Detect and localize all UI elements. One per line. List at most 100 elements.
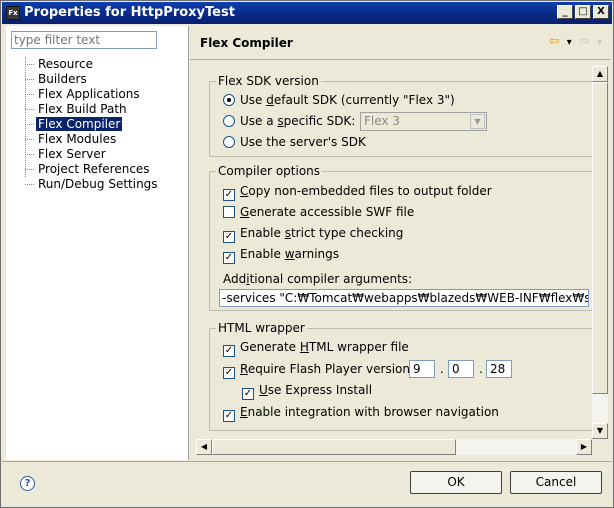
strict-type-checkbox[interactable]: ✓ (223, 231, 235, 243)
sidebar-item-flex-applications[interactable]: Flex Applications (20, 87, 160, 102)
browser-navigation-option[interactable]: ✓ Enable integration with browser navigat… (223, 404, 499, 422)
sidebar-item-project-references[interactable]: Project References (20, 162, 160, 177)
accessible-swf-option[interactable]: Generate accessible SWF file (223, 204, 414, 220)
version-separator: . (479, 362, 483, 376)
sdk-select[interactable]: Flex 3 ▼ (360, 112, 487, 131)
strict-type-option[interactable]: ✓ Enable strict type checking (223, 225, 404, 243)
wrapper-group-title: HTML wrapper (216, 321, 307, 335)
sidebar-item-run-debug-settings[interactable]: Run/Debug Settings (20, 177, 160, 192)
sidebar-item-label: Project References (38, 162, 150, 176)
flex-app-icon: Fx (6, 6, 20, 20)
help-icon[interactable]: ? (20, 476, 35, 491)
default-sdk-radio[interactable] (223, 94, 235, 106)
flash-version-major-input[interactable]: 9 (409, 360, 435, 378)
require-flash-option[interactable]: ✓ Require Flash Player version: (223, 361, 414, 379)
sidebar-item-label: Flex Modules (38, 132, 117, 146)
browser-navigation-checkbox[interactable]: ✓ (223, 410, 235, 422)
cancel-button[interactable]: Cancel (510, 471, 602, 494)
vertical-scroll-thumb[interactable] (592, 82, 608, 394)
sidebar-item-label: Flex Applications (38, 87, 140, 101)
window-title: Properties for HttpProxyTest (24, 5, 235, 20)
filter-input[interactable] (11, 31, 157, 49)
sdk-group-title: Flex SDK version (216, 74, 321, 88)
sidebar-item-builders[interactable]: Builders (20, 72, 160, 87)
option-label: opy non-embedded files to output folder (248, 184, 492, 198)
close-button[interactable]: X (593, 5, 609, 19)
sidebar-item-resource[interactable]: Resource (20, 57, 160, 72)
accessible-swf-checkbox[interactable] (223, 206, 235, 218)
compiler-group-title: Compiler options (216, 164, 323, 178)
history-nav: ⇦ ▾ ⇨ ▾ (546, 34, 602, 49)
scroll-right-icon[interactable]: ▶ (576, 439, 592, 455)
sidebar-item-flex-build-path[interactable]: Flex Build Path (20, 102, 160, 117)
mnemonic: H (299, 340, 309, 354)
sidebar: Resource Builders Flex Applications Flex… (6, 26, 189, 460)
sidebar-item-label: Run/Debug Settings (38, 177, 158, 191)
generate-wrapper-checkbox[interactable]: ✓ (223, 345, 235, 357)
scroll-down-icon[interactable]: ▼ (592, 423, 608, 439)
field-label: tional compiler arguments: (249, 272, 413, 286)
copy-files-checkbox[interactable]: ✓ (223, 189, 235, 201)
scroll-left-icon[interactable]: ◀ (196, 439, 212, 455)
mnemonic: E (240, 405, 248, 419)
sdk-version-group: Flex SDK version Use default SDK (curren… (209, 74, 594, 157)
sidebar-item-flex-compiler[interactable]: Flex Compiler (20, 117, 160, 132)
option-label: enerate accessible SWF file (249, 205, 415, 219)
sdk-select-value: Flex 3 (364, 114, 400, 128)
chevron-down-icon[interactable]: ▼ (470, 114, 485, 129)
page-header: Flex Compiler ⇦ ▾ ⇨ ▾ (190, 26, 610, 60)
option-label: Enable (240, 247, 285, 261)
args-label: Additional compiler arguments: (223, 271, 412, 287)
forward-menu-chevron-icon[interactable]: ▾ (597, 37, 602, 48)
express-install-option[interactable]: ✓ Use Express Install (242, 382, 373, 400)
settings-scroll-area[interactable]: Flex SDK version Use default SDK (curren… (196, 66, 608, 455)
specific-sdk-radio[interactable] (223, 115, 235, 127)
vertical-scrollbar[interactable]: ▲ ▼ (592, 66, 608, 439)
flash-version-minor-input[interactable]: 0 (448, 360, 474, 378)
generate-wrapper-option[interactable]: ✓ Generate HTML wrapper file (223, 339, 409, 357)
title-bar[interactable]: Fx Properties for HttpProxyTest _ □ X (2, 2, 612, 24)
sidebar-item-label: Flex Server (38, 147, 106, 161)
ok-button[interactable]: OK (410, 471, 502, 494)
scroll-up-icon[interactable]: ▲ (592, 66, 608, 82)
maximize-button[interactable]: □ (575, 5, 591, 19)
option-label: Enable (240, 226, 285, 240)
option-label: Use a (240, 114, 278, 128)
horizontal-scrollbar[interactable]: ◀ ▶ (196, 439, 592, 455)
minimize-button[interactable]: _ (557, 5, 573, 19)
back-arrow-icon[interactable]: ⇦ (549, 34, 560, 49)
option-label: se Express Install (267, 383, 373, 397)
option-label: Use the server's SDK (240, 135, 366, 149)
back-menu-chevron-icon[interactable]: ▾ (567, 37, 572, 48)
server-sdk-radio[interactable] (223, 136, 235, 148)
compiler-args-input[interactable]: -services "C:₩Tomcat₩webapps₩blazeds₩WEB… (219, 289, 589, 307)
horizontal-scroll-thumb[interactable] (212, 439, 456, 455)
sdk-default-option[interactable]: Use default SDK (currently "Flex 3") (223, 92, 455, 108)
sidebar-item-flex-modules[interactable]: Flex Modules (20, 132, 160, 147)
option-label: pecific SDK: (283, 114, 356, 128)
option-label: trict type checking (290, 226, 404, 240)
version-separator: . (440, 362, 444, 376)
property-tree: Resource Builders Flex Applications Flex… (20, 57, 160, 192)
option-label: arnings (294, 247, 340, 261)
sidebar-item-label: Flex Build Path (38, 102, 127, 116)
warnings-checkbox[interactable]: ✓ (223, 252, 235, 264)
forward-arrow-icon[interactable]: ⇨ (579, 34, 590, 49)
sidebar-item-flex-server[interactable]: Flex Server (20, 147, 160, 162)
sdk-server-option[interactable]: Use the server's SDK (223, 134, 366, 150)
flash-version-revision-input[interactable]: 28 (486, 360, 512, 378)
option-label: TML wrapper file (308, 340, 409, 354)
main-panel: Flex Compiler ⇦ ▾ ⇨ ▾ Flex SDK version U… (190, 26, 610, 460)
express-install-checkbox[interactable]: ✓ (242, 388, 254, 400)
copy-files-option[interactable]: ✓ Copy non-embedded files to output folde… (223, 183, 492, 201)
option-label: Generate (240, 340, 300, 354)
mnemonic: R (240, 362, 248, 376)
require-flash-checkbox[interactable]: ✓ (223, 367, 235, 379)
mnemonic: U (259, 383, 268, 397)
compiler-options-group: Compiler options ✓ Copy non-embedded file… (209, 164, 594, 311)
option-label: Use (240, 93, 267, 107)
sdk-specific-option[interactable]: Use a specific SDK: (223, 113, 355, 129)
sidebar-item-label: Resource (38, 57, 94, 71)
html-wrapper-group: HTML wrapper ✓ Generate HTML wrapper file… (209, 321, 594, 431)
warnings-option[interactable]: ✓ Enable warnings (223, 246, 340, 264)
